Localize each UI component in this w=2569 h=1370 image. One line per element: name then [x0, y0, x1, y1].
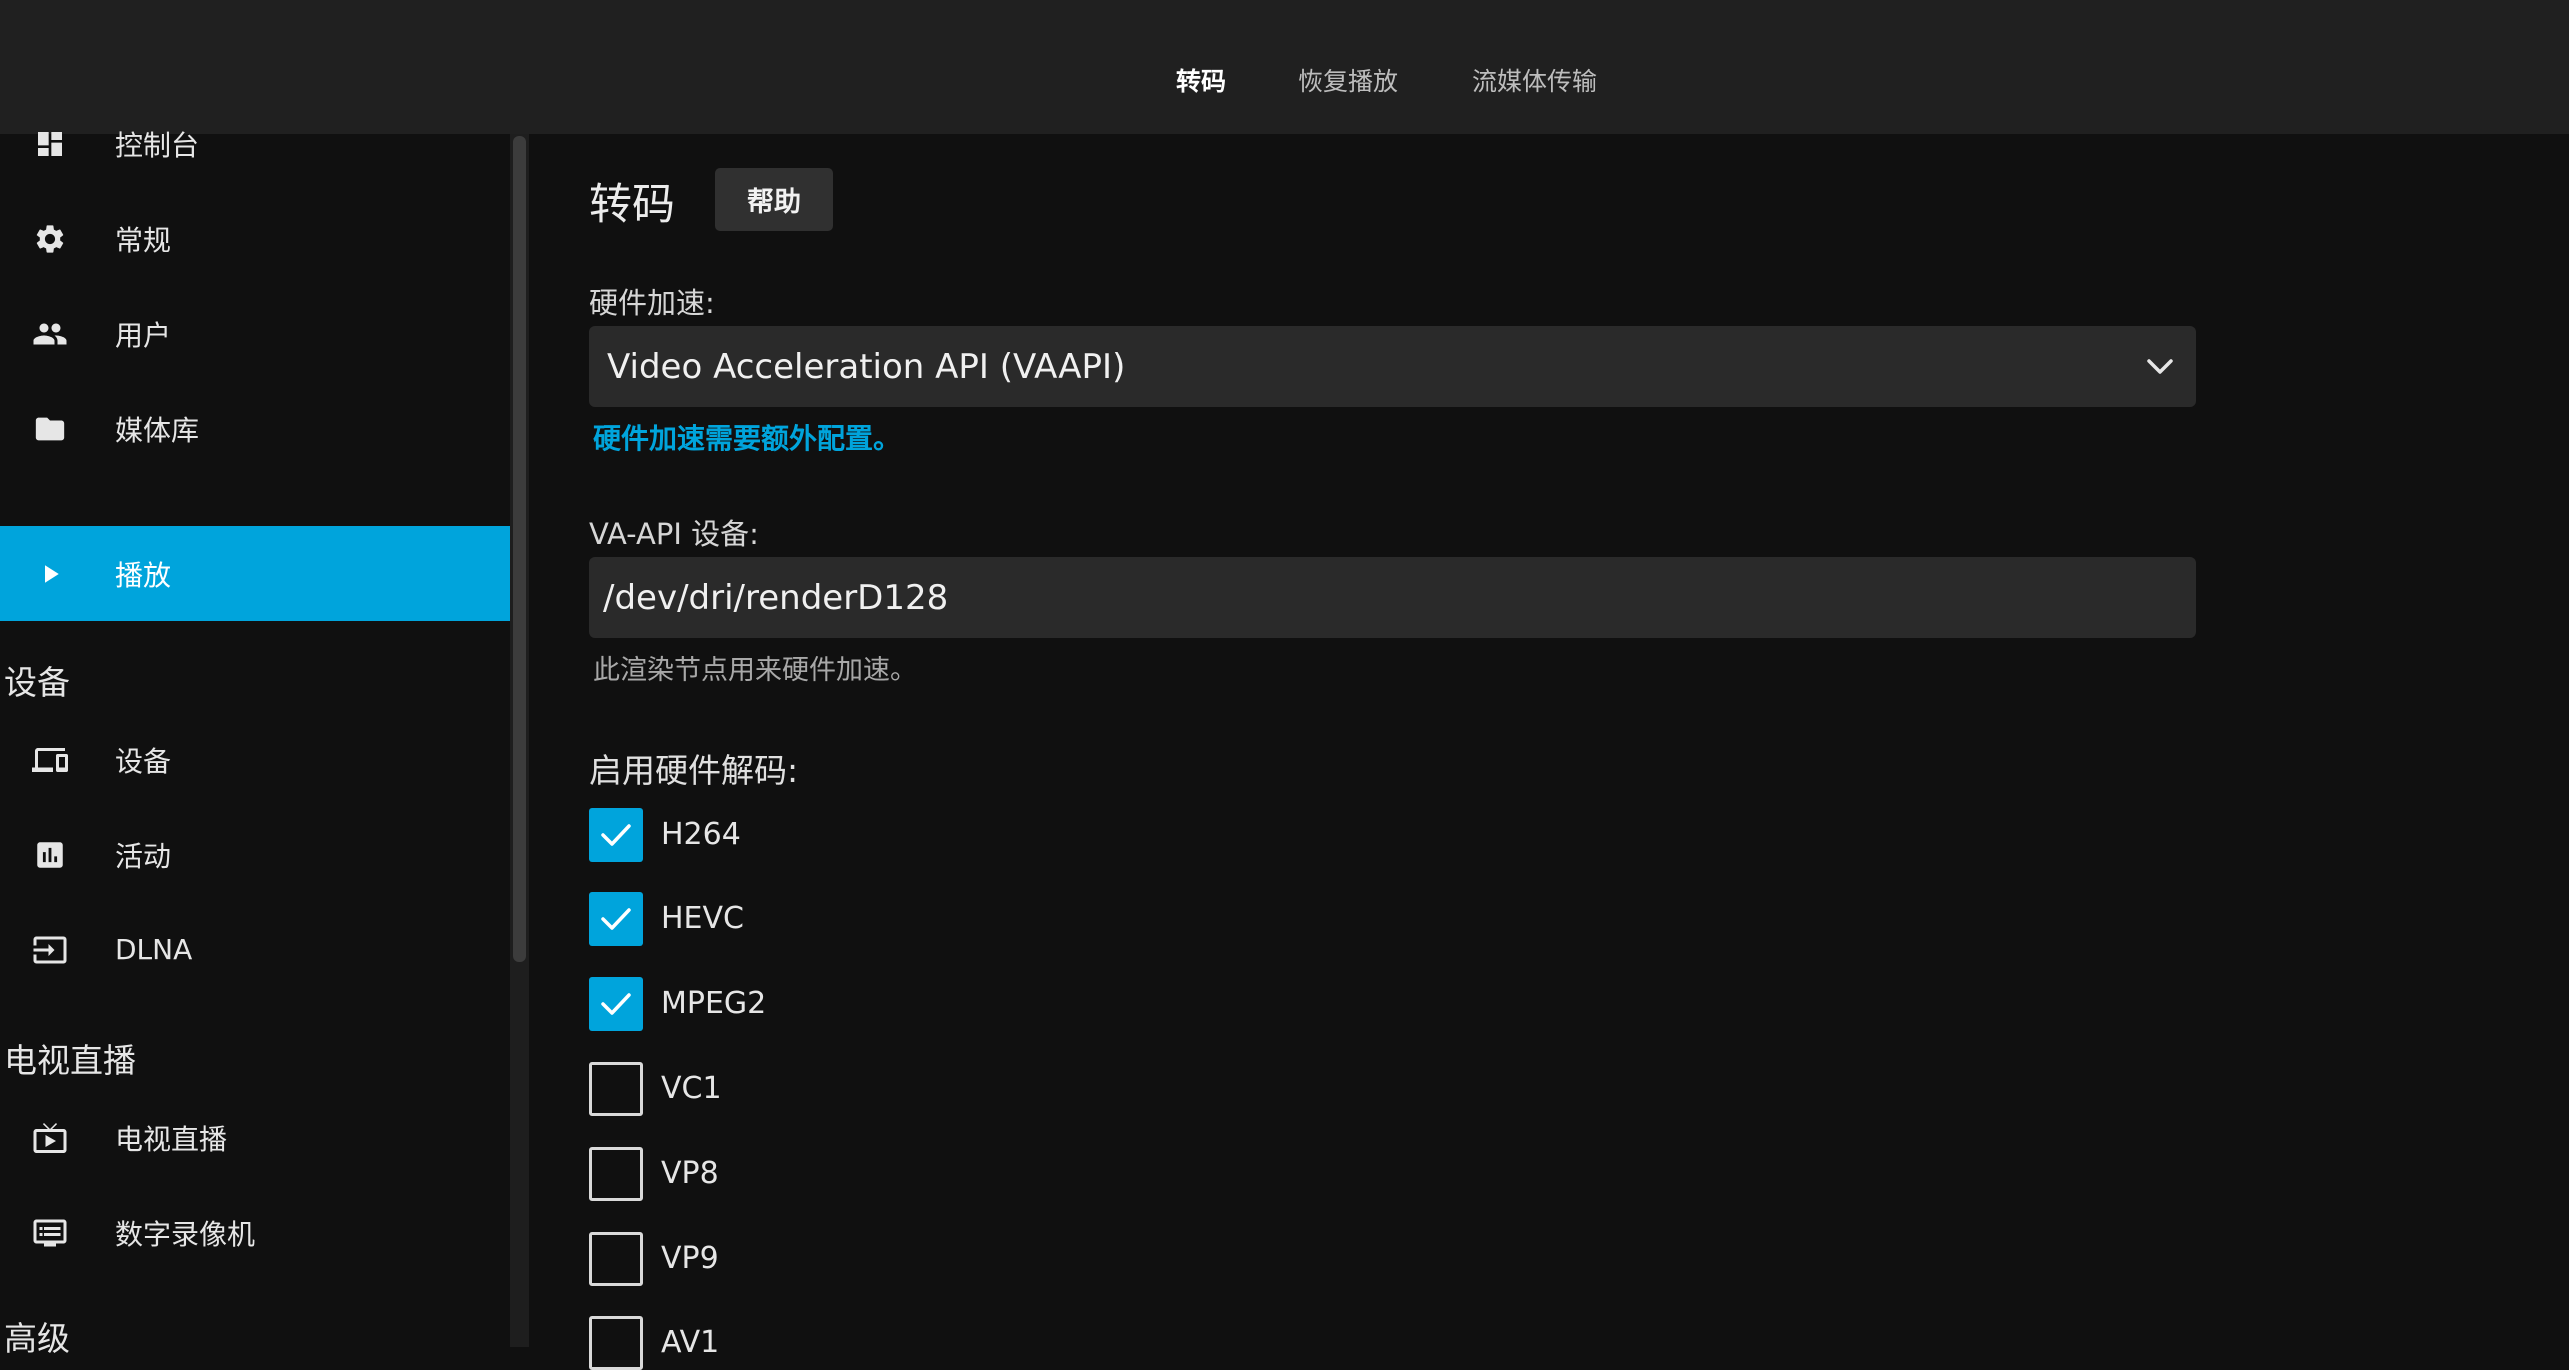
checkbox-label: VP8: [661, 1156, 719, 1191]
main-content: [529, 134, 2569, 1347]
sidebar-item-devices[interactable]: 设备: [0, 712, 510, 807]
checkbox-unchecked[interactable]: [589, 1316, 643, 1370]
check-icon: [601, 824, 631, 846]
sidebar-item-general[interactable]: 常规: [0, 191, 510, 286]
tab-resume[interactable]: 恢复播放: [1298, 62, 1398, 98]
sidebar-item-libraries[interactable]: 媒体库: [0, 381, 510, 476]
sidebar-item-live-tv[interactable]: 电视直播: [0, 1090, 510, 1185]
check-icon: [601, 993, 631, 1015]
sidebar-item-dashboard[interactable]: 控制台: [0, 96, 510, 191]
sidebar-item-dvr[interactable]: 数字录像机: [0, 1185, 510, 1280]
tab-transcoding[interactable]: 转码: [1176, 62, 1226, 98]
sidebar-item-label: DLNA: [115, 933, 193, 966]
vaapi-device-help: 此渲染节点用来硬件加速。: [593, 655, 917, 686]
sidebar-item-label: 用户: [115, 318, 172, 352]
hw-accel-config-link[interactable]: 硬件加速需要额外配置。: [593, 417, 901, 457]
sidebar-scrollbar-thumb[interactable]: [513, 136, 526, 962]
hw-accel-selected-value: Video Acceleration API (VAAPI): [607, 347, 1126, 387]
checkbox-label: MPEG2: [661, 986, 767, 1021]
checkbox-checked[interactable]: [589, 977, 643, 1031]
live-tv-icon: [32, 1120, 68, 1156]
play-icon: [32, 556, 68, 592]
activity-icon: [32, 837, 68, 873]
chevron-down-icon: [2146, 354, 2174, 378]
checkbox-unchecked[interactable]: [589, 1147, 643, 1201]
hw-accel-label: 硬件加速:: [589, 286, 715, 320]
sidebar-item-label: 设备: [115, 744, 172, 778]
sidebar-item-dlna[interactable]: DLNA: [0, 902, 510, 997]
help-button[interactable]: 帮助: [715, 168, 833, 231]
sidebar-item-label: 活动: [115, 839, 172, 873]
checkbox-unchecked[interactable]: [589, 1232, 643, 1286]
hw-decode-label: 启用硬件解码:: [589, 751, 799, 790]
checkbox-label: VC1: [661, 1071, 722, 1106]
section-title-devices: 设备: [4, 663, 70, 702]
sidebar-item-label: 常规: [115, 223, 172, 257]
sidebar-item-label: 电视直播: [115, 1122, 228, 1156]
sidebar-item-activity[interactable]: 活动: [0, 807, 510, 902]
tab-streaming[interactable]: 流媒体传输: [1472, 62, 1597, 98]
checkbox-label: H264: [661, 817, 741, 852]
vaapi-device-input[interactable]: [589, 557, 2196, 638]
input-icon: [32, 932, 68, 968]
sidebar: 控制台 常规 用户 媒体库 播放 设备 设备 活动 DLNA 电视直播 电视直播…: [0, 129, 510, 1358]
sidebar-item-label: 媒体库: [115, 413, 200, 447]
checkbox-label: AV1: [661, 1325, 720, 1360]
dvr-icon: [32, 1215, 68, 1251]
section-title-livetv: 电视直播: [4, 1041, 136, 1080]
checkbox-checked[interactable]: [589, 892, 643, 946]
sidebar-item-label: 播放: [115, 558, 172, 592]
check-icon: [601, 908, 631, 930]
people-icon: [32, 316, 68, 352]
checkbox-unchecked[interactable]: [589, 1062, 643, 1116]
gear-icon: [32, 221, 68, 257]
page-title: 转码: [589, 180, 675, 230]
sidebar-item-users[interactable]: 用户: [0, 286, 510, 381]
checkbox-label: VP9: [661, 1241, 719, 1276]
sidebar-item-label: 控制台: [115, 128, 200, 162]
checkbox-label: HEVC: [661, 901, 744, 936]
checkbox-checked[interactable]: [589, 808, 643, 862]
hw-accel-select[interactable]: Video Acceleration API (VAAPI): [589, 326, 2196, 407]
folder-icon: [32, 411, 68, 447]
dashboard-icon: [32, 126, 68, 162]
sidebar-item-label: 数字录像机: [115, 1217, 256, 1251]
devices-icon: [32, 742, 68, 778]
vaapi-device-label: VA-API 设备:: [589, 517, 759, 551]
section-title-advanced: 高级: [4, 1319, 70, 1358]
sidebar-item-playback[interactable]: 播放: [0, 526, 510, 621]
